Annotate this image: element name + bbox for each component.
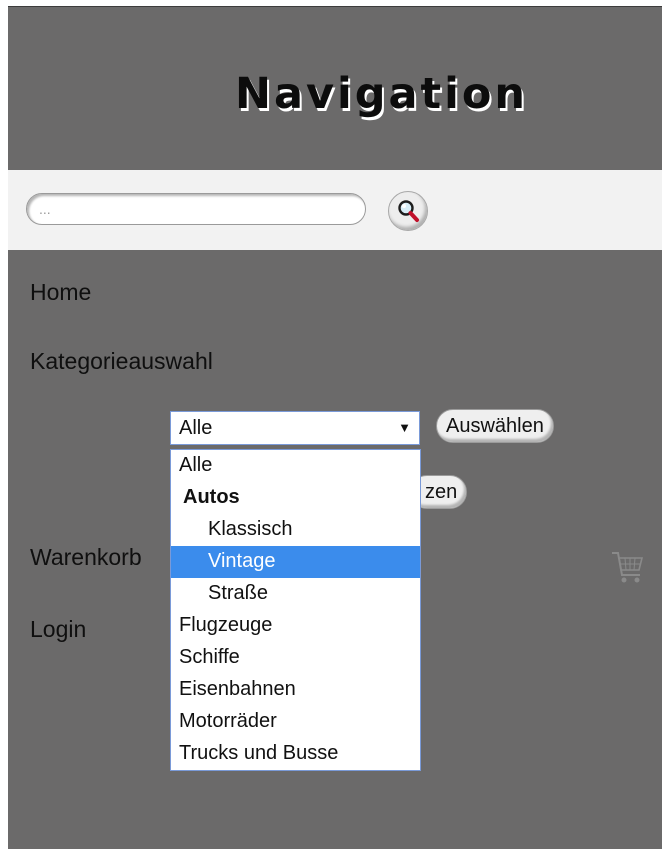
- dropdown-arrow-icon: ▼: [398, 420, 411, 435]
- dropdown-option[interactable]: Eisenbahnen: [171, 674, 420, 706]
- dropdown-optgroup: Autos: [183, 486, 240, 508]
- dropdown-option-highlighted[interactable]: Vintage: [171, 546, 420, 578]
- navigation-panel: Navigation Home Kategorieauswahl Warenko…: [8, 6, 662, 849]
- dropdown-option[interactable]: Motorräder: [171, 706, 420, 738]
- dropdown-option[interactable]: Schiffe: [171, 642, 420, 674]
- menu-item-login[interactable]: Login: [30, 616, 86, 643]
- dropdown-option[interactable]: Flugzeuge: [171, 610, 420, 642]
- navigation-title: Navigation: [234, 69, 528, 119]
- dropdown-option[interactable]: Straße: [171, 578, 420, 610]
- search-button[interactable]: [388, 191, 428, 231]
- category-select-value: Alle: [179, 417, 213, 439]
- menu-item-cart[interactable]: Warenkorb: [30, 544, 142, 571]
- category-dropdown-list: Alle Autos Klassisch Vintage Straße Flug…: [170, 449, 421, 771]
- shopping-cart-icon[interactable]: [610, 549, 644, 585]
- dropdown-option[interactable]: Alle: [171, 450, 420, 482]
- dropdown-option[interactable]: Klassisch: [171, 514, 420, 546]
- category-select[interactable]: Alle ▼: [170, 411, 420, 445]
- search-bar: [8, 170, 662, 250]
- magnifier-icon: [398, 200, 419, 222]
- menu-item-category[interactable]: Kategorieauswahl: [30, 348, 213, 375]
- dropdown-option[interactable]: Trucks und Busse: [171, 738, 420, 770]
- select-category-button[interactable]: Auswählen: [436, 409, 554, 443]
- menu-item-home[interactable]: Home: [30, 279, 91, 306]
- search-input[interactable]: [26, 193, 366, 225]
